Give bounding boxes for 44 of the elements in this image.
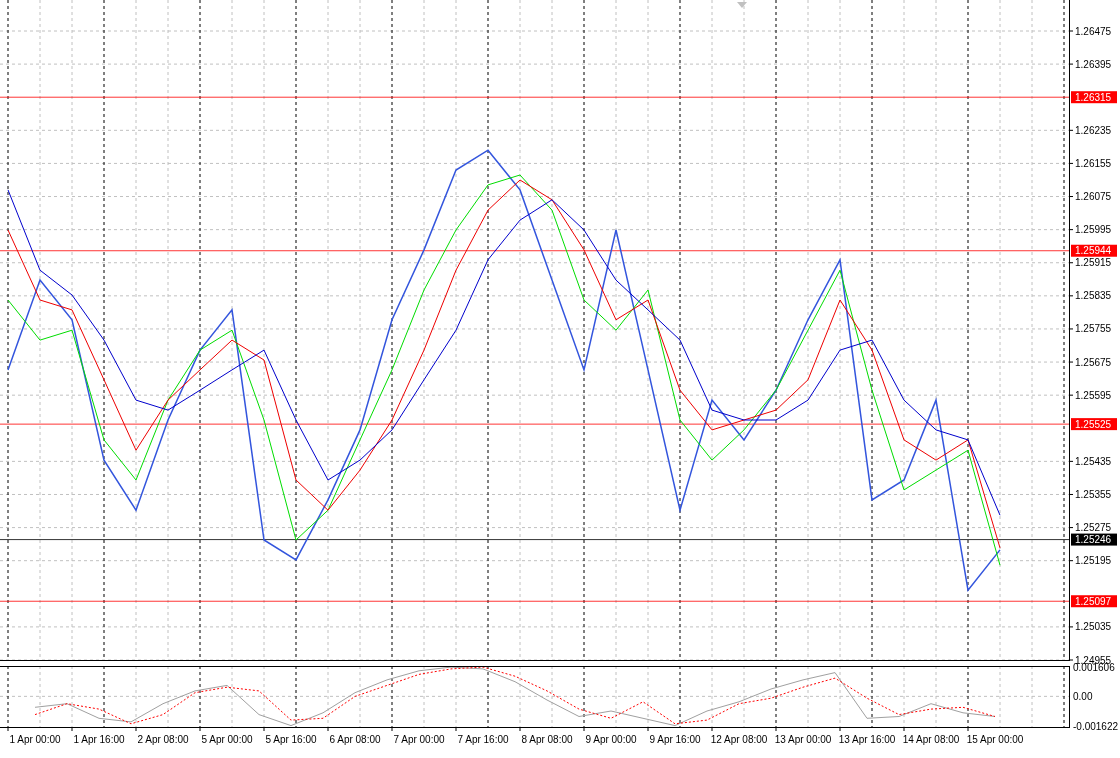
axis-label: 1.25355 bbox=[1075, 488, 1112, 500]
time-axis-label: 13 Apr 00:00 bbox=[774, 734, 832, 745]
time-axis-label: 1 Apr 16:00 bbox=[73, 734, 125, 745]
time-axis-label: 13 Apr 16:00 bbox=[838, 734, 896, 745]
time-axis-label: 1 Apr 00:00 bbox=[9, 734, 61, 745]
axis-label: 1.26475 bbox=[1075, 25, 1112, 37]
time-axis-label: 5 Apr 00:00 bbox=[201, 734, 253, 745]
ref-line-label: 1.25944 bbox=[1075, 245, 1112, 257]
axis-label: 1.25995 bbox=[1075, 224, 1112, 236]
price-level-label: 1.25097 bbox=[1071, 595, 1117, 608]
time-axis-label: 6 Apr 08:00 bbox=[329, 734, 381, 745]
axis-label: -0.001622 bbox=[1073, 720, 1119, 732]
axis-label: 1.25755 bbox=[1075, 323, 1112, 335]
time-axis-label: 12 Apr 08:00 bbox=[710, 734, 768, 745]
axis-label: 1.26395 bbox=[1075, 58, 1112, 70]
time-axis-label: 15 Apr 00:00 bbox=[966, 734, 1024, 745]
axis-label: 1.26075 bbox=[1075, 191, 1112, 203]
time-axis-label: 14 Apr 08:00 bbox=[902, 734, 960, 745]
time-axis-label: 5 Apr 16:00 bbox=[265, 734, 317, 745]
axis-label: 1.25035 bbox=[1075, 621, 1112, 633]
price-level-label: 1.26315 bbox=[1071, 91, 1117, 104]
price-level-label: 1.25944 bbox=[1071, 244, 1117, 257]
price-level-label: 1.25246 bbox=[1071, 533, 1117, 546]
axis-label: 1.25435 bbox=[1075, 455, 1112, 467]
axis-label: 1.26155 bbox=[1075, 157, 1112, 169]
axis-label: 1.25195 bbox=[1075, 555, 1112, 567]
time-axis-label: 2 Apr 08:00 bbox=[137, 734, 189, 745]
axis-label: 0.00 bbox=[1073, 690, 1093, 702]
time-axis-label: 7 Apr 16:00 bbox=[457, 734, 509, 745]
axis-label: 1.25675 bbox=[1075, 356, 1112, 368]
time-axis-label: 9 Apr 00:00 bbox=[585, 734, 637, 745]
time-axis-label: 9 Apr 16:00 bbox=[649, 734, 701, 745]
ref-line-label: 1.25097 bbox=[1075, 595, 1112, 607]
ref-line-label: 1.26315 bbox=[1075, 91, 1112, 103]
ref-line-label: 1.25246 bbox=[1075, 534, 1112, 546]
ref-line-label: 1.25525 bbox=[1075, 418, 1112, 430]
axis-label: 1.25835 bbox=[1075, 290, 1112, 302]
axis-label: 1.25915 bbox=[1075, 257, 1112, 269]
axis-label: 1.25275 bbox=[1075, 522, 1112, 534]
time-axis-label: 8 Apr 08:00 bbox=[521, 734, 573, 745]
price-level-label: 1.25525 bbox=[1071, 418, 1117, 431]
time-axis-label: 7 Apr 00:00 bbox=[393, 734, 445, 745]
axis-label: 1.25595 bbox=[1075, 389, 1112, 401]
axis-label: 1.26235 bbox=[1075, 124, 1112, 136]
